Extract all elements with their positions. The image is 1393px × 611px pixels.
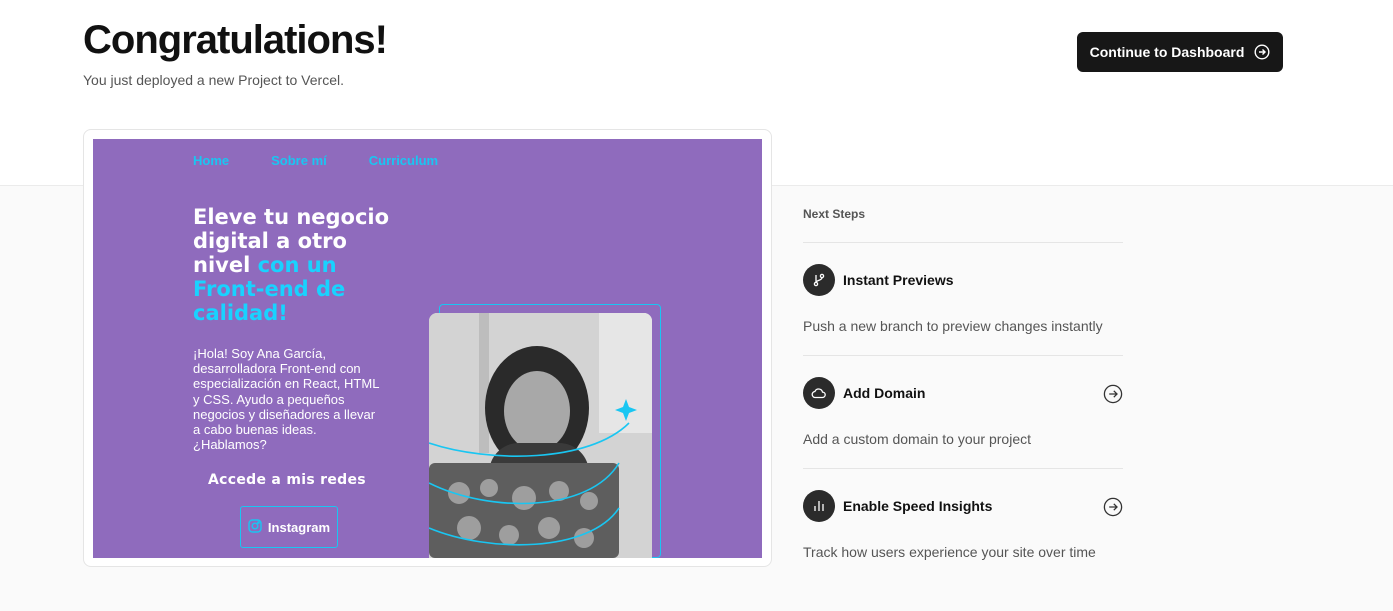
preview-nav-home: Home	[193, 153, 230, 168]
cloud-icon	[803, 377, 835, 409]
deployment-preview-screenshot[interactable]: Home Sobre mí Curriculum Eleve tu negoci…	[93, 139, 762, 558]
next-step-description: Add a custom domain to your project	[803, 431, 1032, 447]
next-step-enable-speed-insights[interactable]: Enable Speed Insights Track how users ex…	[803, 468, 1123, 581]
next-step-title: Instant Previews	[843, 272, 954, 288]
next-step-add-domain[interactable]: Add Domain Add a custom domain to your p…	[803, 355, 1123, 468]
preview-intro-text: ¡Hola! Soy Ana García, desarrolladora Fr…	[193, 346, 379, 453]
next-step-description: Push a new branch to preview changes ins…	[803, 318, 1103, 334]
deployment-preview-card: Home Sobre mí Curriculum Eleve tu negoci…	[83, 129, 772, 567]
arrow-right-circle-icon[interactable]	[1103, 497, 1123, 517]
preview-social-heading: Accede a mis redes	[208, 472, 366, 488]
next-steps-heading: Next Steps	[803, 207, 866, 221]
preview-portrait-photo	[429, 313, 652, 558]
preview-nav-curriculum: Curriculum	[368, 153, 439, 168]
preview-nav-about: Sobre mí	[271, 153, 327, 168]
preview-headline: Eleve tu negocio digital a otro nivel co…	[193, 205, 393, 325]
bar-chart-icon	[803, 490, 835, 522]
continue-button-label: Continue to Dashboard	[1089, 44, 1245, 60]
next-step-title: Add Domain	[843, 385, 926, 401]
instagram-icon	[248, 518, 262, 536]
preview-instagram-button: Instagram	[240, 506, 338, 548]
page-subtitle: You just deployed a new Project to Verce…	[83, 72, 344, 88]
arrow-right-circle-icon[interactable]	[1103, 384, 1123, 404]
preview-instagram-label: Instagram	[267, 519, 331, 535]
continue-to-dashboard-button[interactable]: Continue to Dashboard	[1077, 32, 1283, 72]
next-step-description: Track how users experience your site ove…	[803, 544, 1096, 560]
next-step-instant-previews[interactable]: Instant Previews Push a new branch to pr…	[803, 242, 1123, 355]
git-branch-icon	[803, 264, 835, 296]
page-title: Congratulations!	[83, 18, 388, 62]
next-step-title: Enable Speed Insights	[843, 498, 993, 514]
arrow-right-circle-icon	[1254, 44, 1270, 60]
preview-nav: Home Sobre mí Curriculum	[193, 153, 438, 168]
